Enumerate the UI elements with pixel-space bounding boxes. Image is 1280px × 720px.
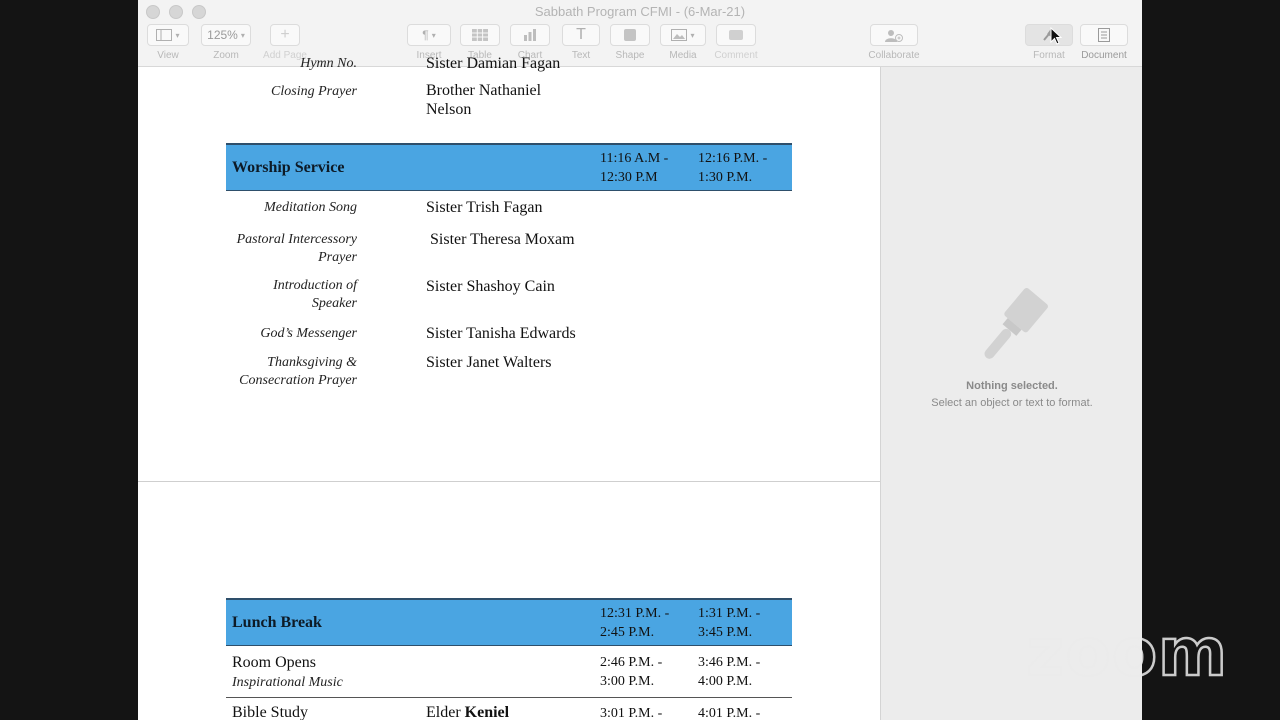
role-line: Prayer <box>318 250 357 265</box>
room-opens-title: Room Opens <box>232 654 316 671</box>
row-divider <box>226 697 792 698</box>
person-name-bold: Keniel <box>464 704 510 720</box>
role-line: Speaker <box>311 296 357 311</box>
role-gods-messenger: God’s Messenger <box>260 326 357 341</box>
bible-study-title: Bible Study <box>232 704 309 720</box>
time-range-2: 1:31 P.M. - 3:45 P.M. <box>698 606 761 640</box>
section-title: Lunch Break <box>232 614 322 631</box>
section-header-worship-service: Worship Service 11:16 A.M - 12:30 P.M 12… <box>226 143 792 191</box>
shape-label: Shape <box>615 50 645 61</box>
time-range-1: 3:01 P.M. - <box>600 706 663 720</box>
chart-icon <box>524 29 536 41</box>
nothing-selected-subtitle: Select an object or text to format. <box>931 397 1093 409</box>
chevron-down-icon: ▾ <box>240 30 245 40</box>
person-introduction-of-speaker: Sister Shashoy Cain <box>426 278 555 295</box>
time-range-2: 12:16 P.M. - 1:30 P.M. <box>698 151 768 185</box>
table-icon <box>472 29 488 41</box>
pages-window: Sabbath Program CFMI - (6-Mar-21) ▾ View… <box>138 0 1142 720</box>
sidebar-icon <box>156 29 173 41</box>
document-button[interactable]: Document <box>1076 24 1132 61</box>
chevron-down-icon: ▾ <box>175 30 180 40</box>
role-line: Thanksgiving & <box>267 355 357 370</box>
zoom-value: 125% <box>207 28 238 42</box>
person-meditation-song: Sister Trish Fagan <box>426 199 543 216</box>
room-opens-subtitle: Inspirational Music <box>232 675 343 690</box>
pilcrow-icon: ¶ <box>422 28 429 42</box>
role-pastoral-prayer: Pastoral Intercessory Prayer <box>138 231 357 267</box>
nothing-selected-title: Nothing selected. <box>966 380 1058 392</box>
person-line: Nelson <box>426 101 472 118</box>
chevron-down-icon: ▾ <box>431 30 436 40</box>
person-prefix: Elder <box>426 704 465 720</box>
role-hymn: Hymn No. <box>300 56 357 71</box>
role-line: Introduction of <box>273 278 357 293</box>
text-button[interactable]: T Text <box>562 24 600 61</box>
role-meditation-song: Meditation Song <box>264 200 357 215</box>
role-thanksgiving-prayer: Thanksgiving & Consecration Prayer <box>138 354 357 390</box>
collaborate-icon <box>885 29 903 42</box>
text-icon: T <box>576 26 586 43</box>
format-label: Format <box>1033 50 1065 61</box>
shape-button[interactable]: Shape <box>610 24 650 61</box>
media-button[interactable]: ▾ Media <box>660 24 706 61</box>
person-pastoral-prayer: Sister Theresa Moxam <box>430 231 575 248</box>
time-range-1: 11:16 A.M - 12:30 P.M <box>600 151 669 185</box>
role-line: Pastoral Intercessory <box>236 232 357 247</box>
comment-icon <box>729 30 743 40</box>
collaborate-button[interactable]: Collaborate <box>862 24 926 61</box>
page-break <box>138 481 880 482</box>
person-gods-messenger: Sister Tanisha Edwards <box>426 325 576 342</box>
document-label: Document <box>1081 50 1127 61</box>
paintbrush-icon <box>984 287 1048 359</box>
role-introduction-of-speaker: Introduction of Speaker <box>138 277 357 313</box>
format-button[interactable]: Format <box>1024 24 1074 61</box>
time-range-1: 2:46 P.M. - 3:00 P.M. <box>600 655 663 689</box>
role-closing-prayer: Closing Prayer <box>271 84 357 99</box>
section-header-lunch-break: Lunch Break 12:31 P.M. - 2:45 P.M. 1:31 … <box>226 598 792 646</box>
person-line: Brother Nathaniel <box>426 82 542 99</box>
collaborate-label: Collaborate <box>868 50 920 61</box>
person-hymn: Sister Damian Fagan <box>426 55 561 72</box>
comment-label: Comment <box>714 50 758 61</box>
zoom-watermark-logo: zoom <box>1025 613 1228 693</box>
document-canvas[interactable]: Hymn No. Sister Damian Fagan Closing Pra… <box>138 55 880 720</box>
role-line: Consecration Prayer <box>239 373 357 388</box>
mouse-pointer-icon <box>1050 27 1062 45</box>
text-label: Text <box>571 50 591 61</box>
person-thanksgiving-prayer: Sister Janet Walters <box>426 354 552 371</box>
chevron-down-icon: ▾ <box>690 30 695 40</box>
time-range-2: 3:46 P.M. - 4:00 P.M. <box>698 655 761 689</box>
image-icon <box>671 29 688 41</box>
comment-button[interactable]: Comment <box>714 24 758 61</box>
person-closing-prayer: Brother Nathaniel Nelson <box>426 81 541 119</box>
document-icon <box>1098 28 1110 42</box>
plus-icon: + <box>280 26 290 43</box>
bible-study-person: Elder Keniel <box>426 703 509 720</box>
section-title: Worship Service <box>232 159 345 176</box>
time-range-2: 4:01 P.M. - <box>698 706 761 720</box>
media-label: Media <box>669 50 697 61</box>
shape-icon <box>624 29 636 41</box>
window-title: Sabbath Program CFMI - (6-Mar-21) <box>534 4 746 19</box>
time-range-1: 12:31 P.M. - 2:45 P.M. <box>600 606 670 640</box>
